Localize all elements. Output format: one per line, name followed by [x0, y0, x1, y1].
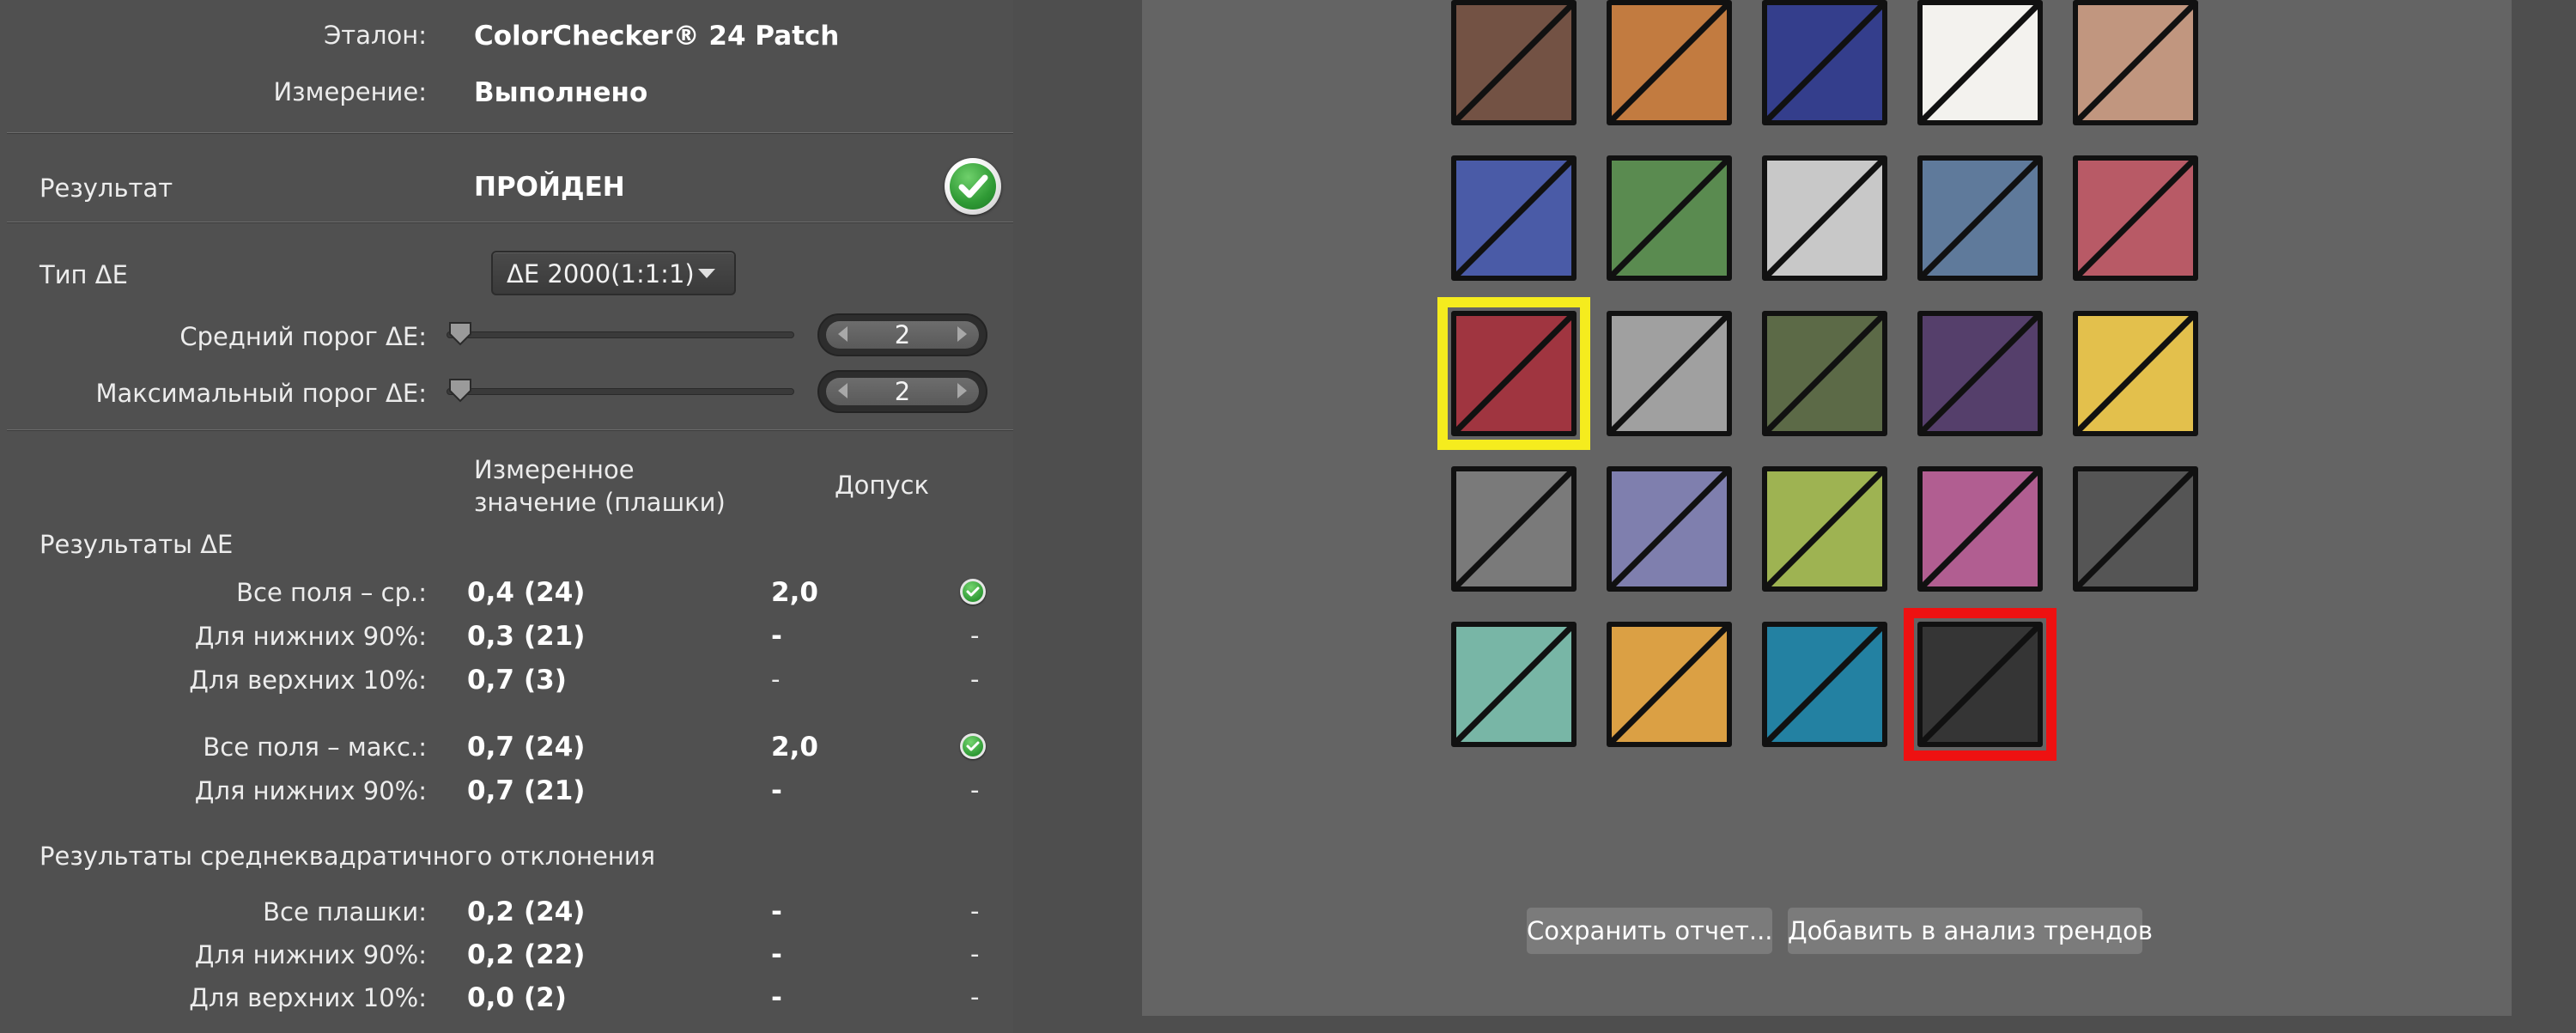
row-status: -	[970, 621, 980, 650]
row-label: Для верхних 10%:	[189, 665, 427, 695]
color-patch[interactable]	[2073, 466, 2198, 592]
row-tolerance: -	[771, 775, 782, 806]
row-count: (21)	[524, 775, 586, 806]
row-tolerance: -	[771, 939, 782, 970]
divider	[7, 132, 1013, 134]
delta-type-select[interactable]: ΔE 2000(1:1:1)	[491, 251, 736, 295]
save-report-button[interactable]: Сохранить отчет...	[1527, 908, 1773, 954]
color-patch[interactable]	[1607, 0, 1732, 125]
divider	[7, 429, 1013, 431]
color-patch[interactable]	[1762, 155, 1887, 281]
failed-patch-highlight	[1904, 608, 2057, 761]
color-patch[interactable]	[1607, 466, 1732, 592]
measurement-value: Выполнено	[474, 77, 648, 108]
row-value: 0,7	[467, 732, 514, 763]
patch-preview-panel: Сохранить отчет... Добавить в анализ тре…	[1142, 0, 2512, 1016]
row-count: (3)	[524, 665, 567, 696]
check-icon	[945, 158, 1001, 215]
max-threshold-slider[interactable]	[447, 388, 794, 395]
row-label: Для нижних 90%:	[194, 776, 427, 805]
slider-handle[interactable]	[447, 320, 473, 346]
row-count: (21)	[524, 621, 586, 652]
color-patch[interactable]	[1917, 466, 2043, 592]
row-label: Все поля – ср.:	[236, 578, 427, 607]
row-label: Все поля – макс.:	[203, 732, 427, 762]
de-results-title: Результаты ΔE	[39, 530, 234, 559]
row-tolerance: -	[771, 621, 782, 652]
color-patch[interactable]	[1762, 0, 1887, 125]
tolerance-column-header: Допуск	[835, 471, 929, 500]
color-patch[interactable]	[2073, 311, 2198, 436]
avg-threshold-slider[interactable]	[447, 331, 794, 338]
color-patch[interactable]	[1451, 0, 1577, 125]
row-value: 0,7	[467, 665, 514, 696]
color-patch[interactable]	[1451, 466, 1577, 592]
max-threshold-label: Максимальный порог ΔE:	[95, 379, 427, 408]
avg-threshold-stepper[interactable]: 2	[817, 313, 987, 356]
reference-value: ColorChecker® 24 Patch	[474, 21, 840, 52]
color-patch[interactable]	[1451, 155, 1577, 281]
row-count: (22)	[524, 939, 586, 970]
row-label: Для нижних 90%:	[194, 622, 427, 651]
color-patch[interactable]	[1917, 311, 2043, 436]
row-status: -	[970, 896, 980, 926]
result-label: Результат	[39, 173, 173, 203]
row-status: -	[970, 665, 980, 694]
color-patch[interactable]	[1762, 466, 1887, 592]
color-patch[interactable]	[1451, 622, 1577, 747]
row-label: Для нижних 90%:	[194, 940, 427, 969]
color-patch[interactable]	[1762, 622, 1887, 747]
color-patch[interactable]	[2073, 0, 2198, 125]
max-threshold-value: 2	[894, 377, 911, 406]
add-trend-button[interactable]: Добавить в анализ трендов	[1788, 908, 2153, 954]
avg-threshold-label: Средний порог ΔE:	[179, 322, 427, 351]
color-patch[interactable]	[1607, 311, 1732, 436]
row-count: (24)	[524, 732, 586, 763]
color-patch[interactable]	[1762, 311, 1887, 436]
divider	[7, 222, 1013, 223]
row-value: 0,4	[467, 577, 514, 608]
reference-label: Эталон:	[324, 21, 427, 50]
check-icon	[960, 579, 986, 605]
row-value: 0,7	[467, 775, 514, 806]
row-label: Для верхних 10%:	[189, 983, 427, 1012]
row-status: -	[970, 775, 980, 805]
row-count: (24)	[524, 896, 586, 927]
color-patch[interactable]	[1917, 155, 2043, 281]
increment-arrow-icon[interactable]	[957, 326, 967, 342]
slider-handle[interactable]	[447, 377, 473, 403]
label-column: Эталон: Измерение: Средний порог ΔE: Мак…	[0, 0, 427, 1033]
delta-type-label: Тип ΔE	[39, 260, 128, 289]
row-value: 0,2	[467, 896, 514, 927]
row-status: -	[970, 982, 980, 1012]
rms-results-title: Результаты среднеквадратичного отклонени…	[39, 842, 656, 871]
results-panel: Эталон: Измерение: Средний порог ΔE: Мак…	[0, 0, 1013, 1033]
row-value: 0,0	[467, 982, 514, 1013]
row-value: 0,3	[467, 621, 514, 652]
max-threshold-stepper[interactable]: 2	[817, 370, 987, 413]
selected-patch-highlight	[1437, 297, 1590, 450]
row-label: Все плашки:	[263, 897, 427, 927]
row-count: (24)	[524, 577, 586, 608]
check-icon	[960, 733, 986, 759]
color-patch[interactable]	[1607, 155, 1732, 281]
avg-threshold-value: 2	[894, 320, 911, 349]
color-patch[interactable]	[1607, 622, 1732, 747]
row-tolerance: -	[771, 665, 781, 694]
result-value: ПРОЙДЕН	[474, 172, 625, 203]
measured-column-header: Измеренное значение (плашки)	[474, 455, 726, 517]
row-status: -	[970, 939, 980, 969]
delta-type-selected: ΔE 2000(1:1:1)	[507, 259, 695, 289]
row-tolerance: 2,0	[771, 732, 818, 763]
measurement-label: Измерение:	[273, 77, 427, 106]
row-tolerance: 2,0	[771, 577, 818, 608]
row-count: (2)	[524, 982, 567, 1013]
color-patch[interactable]	[1917, 0, 2043, 125]
row-value: 0,2	[467, 939, 514, 970]
row-tolerance: -	[771, 896, 782, 927]
increment-arrow-icon[interactable]	[957, 383, 967, 398]
chevron-down-icon	[698, 269, 715, 278]
color-patch[interactable]	[2073, 155, 2198, 281]
row-tolerance: -	[771, 982, 782, 1013]
